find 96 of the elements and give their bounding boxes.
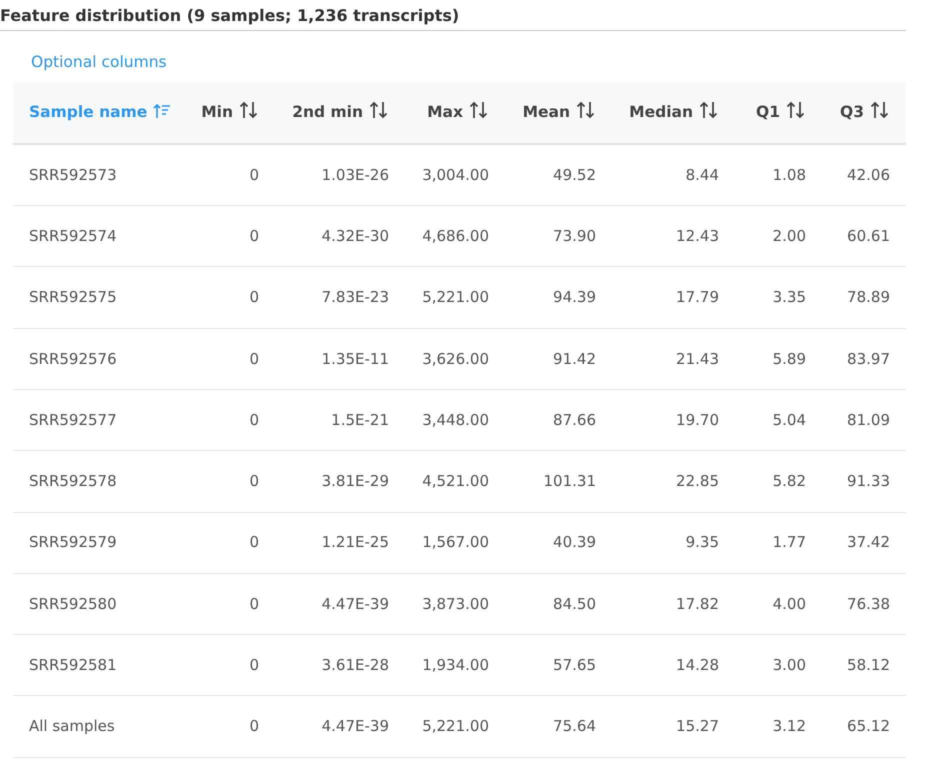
- column-header[interactable]: 2nd min: [275, 82, 405, 144]
- table-cell: 19.70: [612, 389, 735, 451]
- table-cell: 8.44: [612, 144, 735, 206]
- table-cell: 49.52: [505, 144, 612, 206]
- table-cell: 94.39: [505, 266, 612, 328]
- table-cell: 3.00: [735, 634, 822, 696]
- table-cell: 101.31: [505, 450, 612, 512]
- table-cell: 0: [180, 573, 275, 635]
- table-cell: 84.50: [505, 573, 612, 635]
- table-cell: 5.04: [735, 389, 822, 451]
- table-cell: 78.89: [822, 266, 906, 328]
- table-cell: 0: [180, 696, 275, 758]
- section-title: Feature distribution (9 samples; 1,236 transcripts): [0, 0, 906, 31]
- table-cell: 83.97: [822, 328, 906, 390]
- table-cell: 5.82: [735, 450, 822, 512]
- table-cell: 7.83E-23: [275, 266, 405, 328]
- table-cell: SRR592575: [13, 266, 180, 328]
- table-cell: 9.35: [612, 512, 735, 574]
- table-cell: 17.82: [612, 573, 735, 635]
- table-cell: 3.12: [735, 696, 822, 758]
- table-cell: 65.12: [822, 696, 906, 758]
- table-cell: 3.35: [735, 266, 822, 328]
- column-header[interactable]: Median: [612, 82, 735, 144]
- table-cell: SRR592577: [13, 389, 180, 451]
- table-cell: 91.42: [505, 328, 612, 390]
- table-cell: 3,004.00: [405, 144, 505, 206]
- table-cell: 4.32E-30: [275, 206, 405, 267]
- table-cell: 0: [180, 512, 275, 574]
- table-cell: 4.47E-39: [275, 696, 405, 758]
- table-cell: 0: [180, 328, 275, 390]
- table-cell: 3.81E-29: [275, 450, 405, 512]
- sort-icon: [239, 101, 259, 120]
- table-cell: 4.00: [735, 573, 822, 635]
- table-cell: SRR592573: [13, 144, 180, 206]
- column-header[interactable]: Q3: [822, 82, 906, 144]
- table-cell: 37.42: [822, 512, 906, 574]
- table-cell: 15.27: [612, 696, 735, 758]
- table-cell: 3,448.00: [405, 389, 505, 451]
- column-header[interactable]: Min: [180, 82, 275, 144]
- sort-icon: [786, 101, 806, 120]
- table-cell: 0: [180, 206, 275, 267]
- table-cell: 1.35E-11: [275, 328, 405, 390]
- table-cell: 4,521.00: [405, 450, 505, 512]
- table-cell: SRR592578: [13, 450, 180, 512]
- column-header[interactable]: Mean: [505, 82, 612, 144]
- table-cell: 4,686.00: [405, 206, 505, 267]
- table-cell: 17.79: [612, 266, 735, 328]
- table-cell: 14.28: [612, 634, 735, 696]
- table-cell: 3,626.00: [405, 328, 505, 390]
- sort-icon: [369, 101, 389, 120]
- table-cell: All samples: [13, 696, 180, 758]
- sort-icon: [870, 101, 890, 120]
- table-cell: 0: [180, 634, 275, 696]
- table-cell: 76.38: [822, 573, 906, 635]
- table-cell: 4.47E-39: [275, 573, 405, 635]
- table-cell: SRR592574: [13, 206, 180, 267]
- table-cell: 40.39: [505, 512, 612, 574]
- sort-icon: [469, 101, 489, 120]
- table-cell: SRR592581: [13, 634, 180, 696]
- table-cell: 75.64: [505, 696, 612, 758]
- table-cell: 22.85: [612, 450, 735, 512]
- table-cell: 1.08: [735, 144, 822, 206]
- table-cell: 2.00: [735, 206, 822, 267]
- sort-icon: [699, 101, 719, 120]
- table-cell: 3,873.00: [405, 573, 505, 635]
- table-cell: 12.43: [612, 206, 735, 267]
- table-cell: 91.33: [822, 450, 906, 512]
- table-cell: 0: [180, 389, 275, 451]
- table-cell: SRR592579: [13, 512, 180, 574]
- table-cell: 1.5E-21: [275, 389, 405, 451]
- table-cell: 42.06: [822, 144, 906, 206]
- table-cell: 1,934.00: [405, 634, 505, 696]
- table-cell: 0: [180, 144, 275, 206]
- table-cell: 5,221.00: [405, 696, 505, 758]
- sort-ascending-icon: [153, 103, 172, 120]
- table-cell: 58.12: [822, 634, 906, 696]
- table-cell: 81.09: [822, 389, 906, 451]
- sort-icon: [576, 101, 596, 120]
- table-cell: 5.89: [735, 328, 822, 390]
- column-header[interactable]: Q1: [735, 82, 822, 144]
- table-cell: 60.61: [822, 206, 906, 267]
- column-header[interactable]: Max: [405, 82, 505, 144]
- table-cell: 1.77: [735, 512, 822, 574]
- table-cell: 73.90: [505, 206, 612, 267]
- table-cell: 21.43: [612, 328, 735, 390]
- table-cell: 3.61E-28: [275, 634, 405, 696]
- table-cell: SRR592580: [13, 573, 180, 635]
- table-cell: 57.65: [505, 634, 612, 696]
- table-cell: 1.21E-25: [275, 512, 405, 574]
- table-cell: SRR592576: [13, 328, 180, 390]
- table-cell: 0: [180, 450, 275, 512]
- table-cell: 87.66: [505, 389, 612, 451]
- table-cell: 5,221.00: [405, 266, 505, 328]
- table-cell: 0: [180, 266, 275, 328]
- table-cell: 1,567.00: [405, 512, 505, 574]
- table-cell: 1.03E-26: [275, 144, 405, 206]
